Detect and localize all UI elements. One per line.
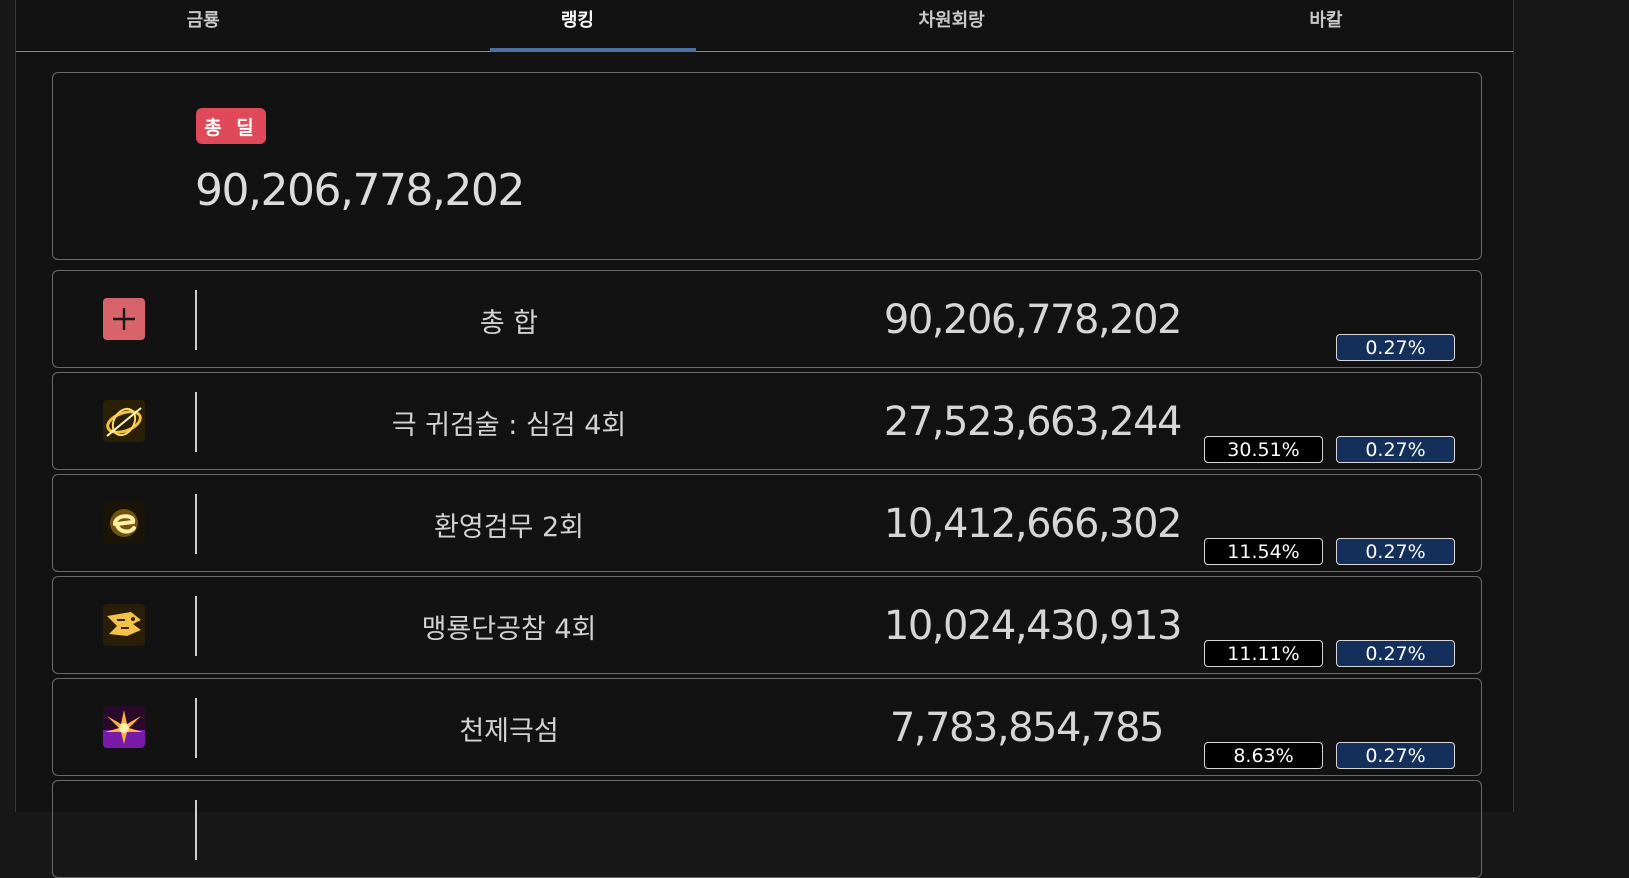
damage-value: 7,783,854,785 bbox=[889, 705, 1165, 751]
tab-label: 금룡 bbox=[186, 9, 220, 31]
rate-badge: 0.27% bbox=[1336, 334, 1455, 361]
tab-label: 랭킹 bbox=[560, 9, 594, 31]
total-damage-card: 총 딜 90,206,778,202 bbox=[52, 72, 1482, 260]
rate-badge: 0.27% bbox=[1336, 640, 1455, 667]
sword-ring-skill-icon bbox=[103, 400, 145, 442]
share-badge: 30.51% bbox=[1204, 436, 1323, 463]
tab-bar: 금룡 랭킹 차원회랑 바칼 bbox=[16, 0, 1513, 52]
damage-value: 10,412,666,302 bbox=[883, 501, 1183, 547]
tab-bakal[interactable]: 바칼 bbox=[1139, 0, 1513, 51]
list-item-skill[interactable]: 극 귀검술 : 심검 4회 27,523,663,244 30.51% 0.27… bbox=[52, 372, 1482, 470]
list-item-skill[interactable] bbox=[52, 780, 1482, 878]
divider bbox=[195, 698, 197, 758]
divider bbox=[195, 392, 197, 452]
skill-name: 환영검무 2회 bbox=[434, 511, 584, 543]
rate-badge: 0.27% bbox=[1336, 538, 1455, 565]
share-badge: 8.63% bbox=[1204, 742, 1323, 769]
plus-icon[interactable] bbox=[103, 298, 145, 340]
tab-geumryong[interactable]: 금룡 bbox=[16, 0, 390, 51]
tab-label: 차원회랑 bbox=[918, 9, 985, 31]
skill-name: 천제극섬 bbox=[459, 715, 559, 747]
rate-badge: 0.27% bbox=[1336, 436, 1455, 463]
list-item-total[interactable]: 총 합 90,206,778,202 0.27% bbox=[52, 270, 1482, 368]
total-damage-badge: 총 딜 bbox=[196, 108, 266, 144]
list-item-skill[interactable]: 천제극섬 7,783,854,785 8.63% 0.27% bbox=[52, 678, 1482, 776]
damage-value: 10,024,430,913 bbox=[883, 603, 1183, 649]
divider bbox=[195, 494, 197, 554]
skill-name: 맹룡단공참 4회 bbox=[421, 613, 597, 645]
divider bbox=[195, 800, 197, 860]
share-badge: 11.54% bbox=[1204, 538, 1323, 565]
tab-ranking[interactable]: 랭킹 bbox=[390, 0, 764, 52]
damage-value: 90,206,778,202 bbox=[883, 297, 1183, 343]
list-item-skill[interactable]: 환영검무 2회 10,412,666,302 11.54% 0.27% bbox=[52, 474, 1482, 572]
rate-badge: 0.27% bbox=[1336, 742, 1455, 769]
divider bbox=[195, 596, 197, 656]
skill-name: 극 귀검술 : 심검 4회 bbox=[391, 409, 627, 441]
divider bbox=[195, 290, 197, 350]
heavenly-flash-skill-icon bbox=[103, 706, 145, 748]
skill-name: 총 합 bbox=[479, 307, 539, 339]
list-item-skill[interactable]: 맹룡단공참 4회 10,024,430,913 11.11% 0.27% bbox=[52, 576, 1482, 674]
share-badge: 11.11% bbox=[1204, 640, 1323, 667]
phantom-dance-skill-icon bbox=[103, 502, 145, 544]
total-damage-value: 90,206,778,202 bbox=[195, 165, 525, 216]
ranking-panel: 금룡 랭킹 차원회랑 바칼 총 딜 90,206,778,202 총 합 90,… bbox=[15, 0, 1514, 878]
dragon-slash-skill-icon bbox=[103, 604, 145, 646]
tab-dimension-corridor[interactable]: 차원회랑 bbox=[765, 0, 1139, 51]
damage-value: 27,523,663,244 bbox=[883, 399, 1183, 445]
tab-label: 바칼 bbox=[1309, 9, 1343, 31]
